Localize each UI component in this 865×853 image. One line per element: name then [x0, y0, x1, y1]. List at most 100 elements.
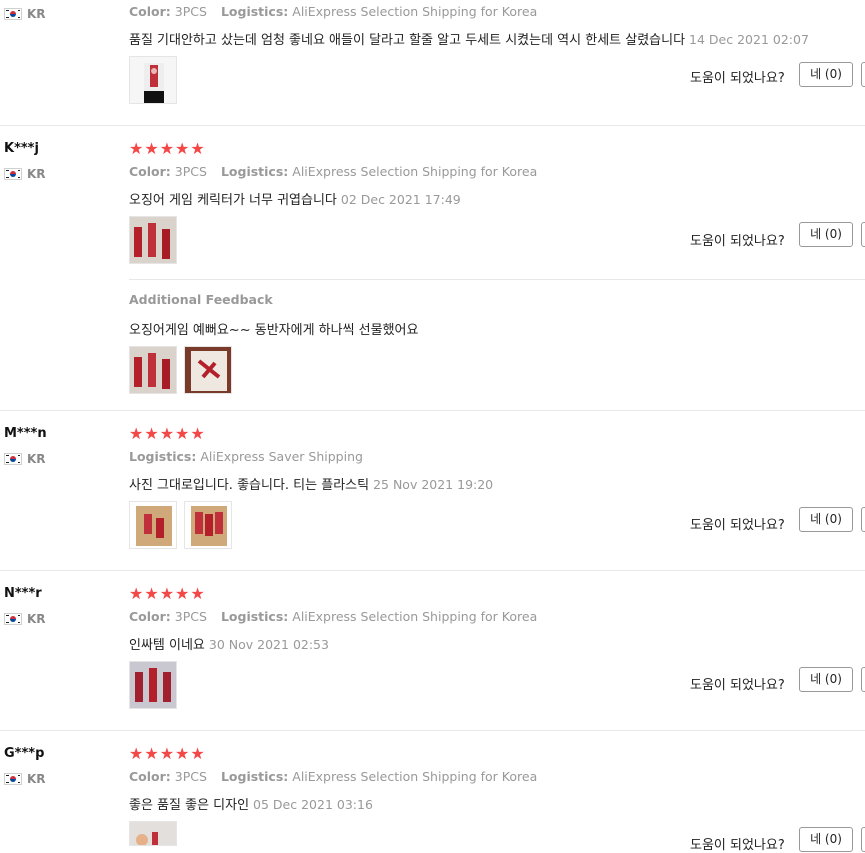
- review-date: 05 Dec 2021 03:16: [253, 797, 373, 812]
- helpful-no-button[interactable]: [861, 667, 865, 692]
- star-icon: ★: [159, 424, 175, 443]
- product-photo-icon: [185, 347, 231, 393]
- country-code: KR: [27, 612, 46, 626]
- rating-stars: ★ ★ ★ ★ ★: [129, 746, 205, 762]
- review-divider: [0, 730, 865, 731]
- star-icon: ★: [144, 584, 159, 603]
- logistics-value: AliExpress Selection Shipping for Korea: [292, 164, 538, 179]
- country-code: KR: [27, 452, 46, 466]
- logistics-label: Logistics:: [220, 609, 289, 624]
- star-icon: ★: [144, 744, 159, 763]
- helpful-question: 도움이 되었나요?: [690, 518, 785, 533]
- color-label: Color:: [129, 4, 171, 19]
- review-photo[interactable]: [184, 501, 232, 549]
- country-code: KR: [27, 7, 46, 21]
- reviewer-country: KR: [4, 612, 46, 626]
- star-icon: ★: [144, 424, 159, 443]
- review-meta: Logistics: AliExpress Saver Shipping: [129, 449, 363, 464]
- helpful-question: 도움이 되었나요?: [690, 71, 785, 86]
- korea-flag-icon: [4, 613, 22, 625]
- product-photo-icon: [130, 347, 176, 393]
- helpful-no-button[interactable]: [861, 222, 865, 247]
- helpful-yes-button[interactable]: 네 (0): [799, 827, 853, 852]
- logistics-value: AliExpress Selection Shipping for Korea: [292, 4, 538, 19]
- reviewer-country: KR: [4, 772, 46, 786]
- korea-flag-icon: [4, 168, 22, 180]
- review-divider: [0, 125, 865, 126]
- review-text: 오징어 게임 케릭터가 너무 귀엽습니다: [129, 193, 337, 208]
- reviewer-country: KR: [4, 452, 46, 466]
- review-text-row: 품질 기대안하고 샀는데 엄청 좋네요 애들이 달라고 할줄 알고 두세트 시켰…: [129, 29, 809, 48]
- star-icon: ★: [175, 424, 190, 443]
- country-code: KR: [27, 772, 46, 786]
- additional-divider: [129, 279, 865, 280]
- rating-stars: ★ ★ ★ ★ ★: [129, 426, 205, 442]
- logistics-label: Logistics:: [220, 4, 289, 19]
- review-photo[interactable]: [129, 56, 177, 104]
- review-divider: [0, 410, 865, 411]
- review-text-row: 인싸템 이네요 30 Nov 2021 02:53: [129, 634, 329, 653]
- star-icon: ★: [159, 584, 175, 603]
- additional-feedback-title: Additional Feedback: [129, 292, 273, 307]
- logistics-value: AliExpress Selection Shipping for Korea: [292, 609, 538, 624]
- helpful-no-button[interactable]: [861, 827, 865, 852]
- helpful-yes-button[interactable]: 네 (0): [799, 667, 853, 692]
- review-text: 품질 기대안하고 샀는데 엄청 좋네요 애들이 달라고 할줄 알고 두세트 시켰…: [129, 33, 686, 48]
- review-date: 25 Nov 2021 19:20: [373, 477, 494, 492]
- star-icon: ★: [190, 139, 205, 158]
- review-meta: Color: 3PCS Logistics: AliExpress Selecti…: [129, 769, 537, 784]
- star-icon: ★: [129, 424, 144, 443]
- review-photo[interactable]: [129, 346, 177, 394]
- product-photo-icon: [130, 822, 176, 845]
- logistics-value: AliExpress Selection Shipping for Korea: [292, 769, 538, 784]
- review-text: 좋은 품질 좋은 디자인: [129, 798, 250, 813]
- review-photo[interactable]: [129, 821, 177, 846]
- star-icon: ★: [190, 424, 205, 443]
- helpful-question: 도움이 되었나요?: [690, 234, 785, 249]
- reviewer-name: N***r: [4, 586, 42, 601]
- reviewer-country: KR: [4, 167, 46, 181]
- rating-stars: ★ ★ ★ ★ ★: [129, 141, 205, 157]
- review-photo[interactable]: [129, 661, 177, 709]
- star-icon: ★: [129, 584, 144, 603]
- product-photo-icon: [130, 502, 176, 548]
- color-label: Color:: [129, 769, 171, 784]
- logistics-label: Logistics:: [220, 769, 289, 784]
- review-photo[interactable]: [129, 501, 177, 549]
- logistics-label: Logistics:: [220, 164, 289, 179]
- helpful-yes-button[interactable]: 네 (0): [799, 222, 853, 247]
- reviewer-name: K***j: [4, 141, 39, 156]
- color-value: 3PCS: [174, 769, 207, 784]
- review-text-row: 좋은 품질 좋은 디자인 05 Dec 2021 03:16: [129, 794, 373, 813]
- review-meta: Color: 3PCS Logistics: AliExpress Selecti…: [129, 164, 537, 179]
- review-photo[interactable]: [184, 346, 232, 394]
- star-icon: ★: [129, 744, 144, 763]
- korea-flag-icon: [4, 453, 22, 465]
- review-date: 30 Nov 2021 02:53: [208, 637, 329, 652]
- helpful-no-button[interactable]: [861, 62, 865, 87]
- star-icon: ★: [175, 744, 190, 763]
- review-date: 02 Dec 2021 17:49: [340, 192, 461, 207]
- star-icon: ★: [190, 584, 205, 603]
- helpful-yes-button[interactable]: 네 (0): [799, 62, 853, 87]
- review-text-row: 사진 그대로입니다. 좋습니다. 티는 플라스틱 25 Nov 2021 19:2…: [129, 474, 493, 493]
- product-photo-icon: [144, 63, 164, 103]
- review-date: 14 Dec 2021 02:07: [689, 32, 809, 47]
- star-icon: ★: [175, 139, 190, 158]
- helpful-question: 도움이 되었나요?: [690, 838, 785, 853]
- product-photo-icon: [130, 662, 176, 708]
- review-meta: Color: 3PCS Logistics: AliExpress Selecti…: [129, 4, 537, 19]
- helpful-no-button[interactable]: [861, 507, 865, 532]
- color-value: 3PCS: [174, 164, 207, 179]
- helpful-question: 도움이 되었나요?: [690, 678, 785, 693]
- helpful-yes-button[interactable]: 네 (0): [799, 507, 853, 532]
- logistics-value: AliExpress Saver Shipping: [200, 449, 363, 464]
- color-label: Color:: [129, 609, 171, 624]
- star-icon: ★: [159, 744, 175, 763]
- review-text-row: 오징어 게임 케릭터가 너무 귀엽습니다 02 Dec 2021 17:49: [129, 189, 461, 208]
- product-photo-icon: [185, 502, 231, 548]
- review-photo[interactable]: [129, 216, 177, 264]
- review-text: 인싸템 이네요: [129, 638, 205, 653]
- star-icon: ★: [144, 139, 159, 158]
- star-icon: ★: [175, 584, 190, 603]
